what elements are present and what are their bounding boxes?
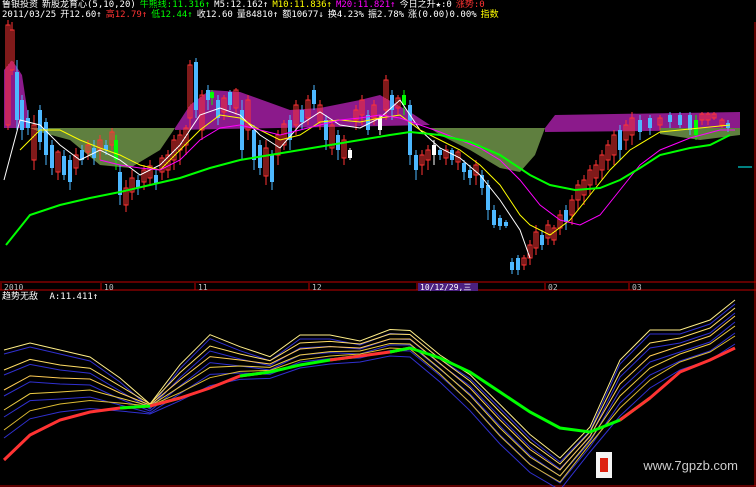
time-axis-label: 2010 <box>4 283 23 292</box>
candle-body-down <box>504 222 508 226</box>
candle-body-down <box>498 218 502 226</box>
candle-body-down <box>62 156 66 175</box>
sub-chart-title: 趋势无敌 <box>2 292 39 302</box>
candle-body-down <box>668 115 672 122</box>
candle-body-down <box>252 130 256 160</box>
candle-body-down <box>68 160 72 182</box>
candle-body-down <box>486 185 490 210</box>
candle-body-down <box>15 72 19 120</box>
candle-body-down <box>438 150 442 155</box>
candle-body-down <box>694 120 698 135</box>
candle-body-down <box>210 92 214 98</box>
candle-body-down <box>194 62 198 110</box>
trend-ribbon-line <box>3 325 736 477</box>
candle-body-down <box>462 163 466 172</box>
watermark-text: www.7gpzb.com <box>643 458 738 473</box>
candle-body-down <box>648 118 652 128</box>
candle-body-down <box>468 170 472 178</box>
candle-body-down <box>510 262 514 270</box>
candle-body-down <box>26 118 30 128</box>
trend-ribbon-line <box>3 307 736 465</box>
trend-base-line <box>619 346 736 422</box>
candle-body-down <box>206 90 210 100</box>
candle-body-down <box>270 155 274 182</box>
trend-ribbon-blue-line <box>3 303 736 463</box>
candle-body-down <box>228 92 232 105</box>
time-axis-label: 12 <box>312 283 322 292</box>
candle-body-down <box>516 258 520 270</box>
candle-body-down <box>492 210 496 225</box>
candle-body-down <box>432 145 436 155</box>
candle-body-down <box>300 110 304 122</box>
time-axis-label: 10 <box>104 283 114 292</box>
time-axis-label: 03 <box>632 283 642 292</box>
candle-body-down <box>618 130 622 150</box>
candle-body-down <box>688 115 692 130</box>
candle-body-down <box>20 100 24 130</box>
trend-base-line <box>149 370 271 408</box>
watermark-logo-icon <box>596 452 612 478</box>
time-axis-label: 10/12/29,三 <box>420 283 471 292</box>
candle-body-down <box>564 210 568 222</box>
candle-body-down <box>312 90 316 104</box>
candle-body-down <box>540 235 544 245</box>
candle-body-down <box>414 155 418 170</box>
candle-body-down <box>50 145 54 168</box>
candle-body-down <box>44 122 48 155</box>
candle-body-down <box>378 118 382 130</box>
time-axis-label: 02 <box>548 283 558 292</box>
candle-body-down <box>678 115 682 125</box>
candle-body-down <box>638 120 642 132</box>
sub-chart-header: 趋势无敌 A:11.411↑ <box>2 292 98 303</box>
time-axis-label: 11 <box>198 283 208 292</box>
candle-body-down <box>348 150 352 158</box>
sub-chart-value: A:11.411↑ <box>49 292 99 302</box>
trend-ribbon-line <box>3 315 736 471</box>
chart-canvas[interactable]: 2010 10 11 12 10/12/29,三 02 03 <box>0 0 756 487</box>
stock-chart-window: 鲁银投资 新股龙育心(5,10,20) 牛熊线:11.316↑ M5:12.162↑ M… <box>0 0 756 487</box>
